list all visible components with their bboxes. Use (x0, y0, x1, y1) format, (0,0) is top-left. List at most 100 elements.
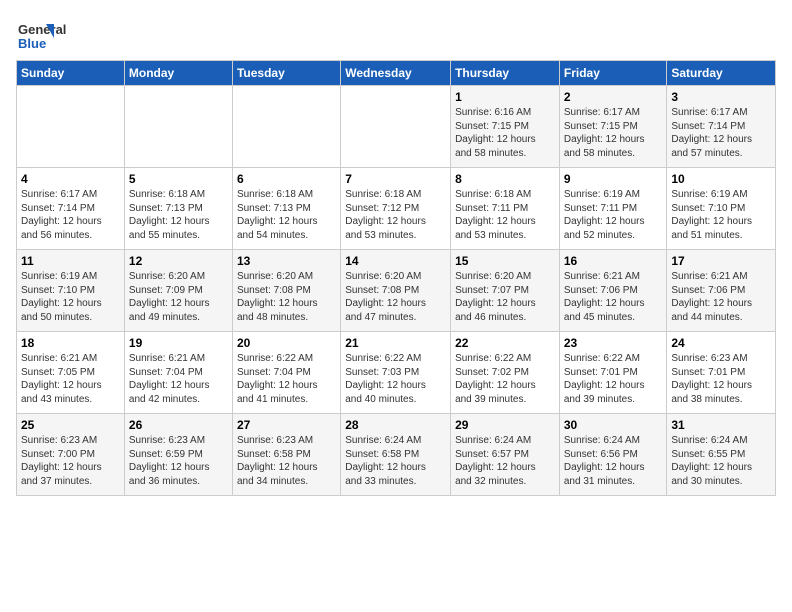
calendar-cell: 2 Sunrise: 6:17 AMSunset: 7:15 PMDaylight… (559, 86, 667, 168)
day-number: 14 (345, 254, 446, 268)
day-info: Sunrise: 6:24 AMSunset: 6:55 PMDaylight:… (671, 434, 771, 488)
day-number: 28 (345, 418, 446, 432)
calendar-cell: 15 Sunrise: 6:20 AMSunset: 7:07 PMDayligh… (451, 250, 560, 332)
calendar-cell: 22 Sunrise: 6:22 AMSunset: 7:02 PMDayligh… (451, 332, 560, 414)
calendar-week-row: 18 Sunrise: 6:21 AMSunset: 7:05 PMDayligh… (17, 332, 776, 414)
day-of-week-header: Wednesday (341, 61, 451, 86)
day-of-week-header: Monday (124, 61, 232, 86)
day-info: Sunrise: 6:23 AMSunset: 6:58 PMDaylight:… (237, 434, 336, 488)
day-number: 8 (455, 172, 555, 186)
day-info: Sunrise: 6:24 AMSunset: 6:57 PMDaylight:… (455, 434, 555, 488)
day-number: 1 (455, 90, 555, 104)
calendar-week-row: 4 Sunrise: 6:17 AMSunset: 7:14 PMDaylight… (17, 168, 776, 250)
day-of-week-header: Thursday (451, 61, 560, 86)
calendar-cell: 21Sunrise: 6:22 AMSunset: 7:03 PMDayligh… (341, 332, 451, 414)
day-number: 18 (21, 336, 120, 350)
day-info: Sunrise: 6:21 AMSunset: 7:06 PMDaylight:… (564, 270, 663, 324)
day-info: Sunrise: 6:21 AMSunset: 7:06 PMDaylight:… (671, 270, 771, 324)
calendar-cell: 13 Sunrise: 6:20 AMSunset: 7:08 PMDayligh… (232, 250, 340, 332)
day-info: Sunrise: 6:17 AMSunset: 7:15 PMDaylight:… (564, 106, 663, 160)
day-number: 30 (564, 418, 663, 432)
calendar-cell: 5Sunrise: 6:18 AMSunset: 7:13 PMDaylight… (124, 168, 232, 250)
day-info: Sunrise: 6:17 AMSunset: 7:14 PMDaylight:… (671, 106, 771, 160)
day-number: 20 (237, 336, 336, 350)
calendar-table: SundayMondayTuesdayWednesdayThursdayFrid… (16, 60, 776, 496)
day-info: Sunrise: 6:23 AMSunset: 6:59 PMDaylight:… (129, 434, 228, 488)
day-number: 2 (564, 90, 663, 104)
calendar-cell: 23 Sunrise: 6:22 AMSunset: 7:01 PMDayligh… (559, 332, 667, 414)
calendar-cell: 4 Sunrise: 6:17 AMSunset: 7:14 PMDaylight… (17, 168, 125, 250)
day-of-week-header: Saturday (667, 61, 776, 86)
day-number: 31 (671, 418, 771, 432)
calendar-week-row: 25Sunrise: 6:23 AMSunset: 7:00 PMDayligh… (17, 414, 776, 496)
day-number: 25 (21, 418, 120, 432)
day-info: Sunrise: 6:19 AMSunset: 7:10 PMDaylight:… (671, 188, 771, 242)
calendar-cell: 11Sunrise: 6:19 AMSunset: 7:10 PMDayligh… (17, 250, 125, 332)
day-info: Sunrise: 6:20 AMSunset: 7:07 PMDaylight:… (455, 270, 555, 324)
logo: General Blue (16, 16, 96, 52)
day-number: 7 (345, 172, 446, 186)
page-header: General Blue (16, 16, 776, 52)
calendar-cell (341, 86, 451, 168)
day-info: Sunrise: 6:16 AMSunset: 7:15 PMDaylight:… (455, 106, 555, 160)
calendar-cell (232, 86, 340, 168)
calendar-week-row: 11Sunrise: 6:19 AMSunset: 7:10 PMDayligh… (17, 250, 776, 332)
day-info: Sunrise: 6:23 AMSunset: 7:01 PMDaylight:… (671, 352, 771, 406)
calendar-cell (124, 86, 232, 168)
calendar-cell: 17 Sunrise: 6:21 AMSunset: 7:06 PMDayligh… (667, 250, 776, 332)
day-info: Sunrise: 6:20 AMSunset: 7:08 PMDaylight:… (237, 270, 336, 324)
day-number: 22 (455, 336, 555, 350)
day-number: 13 (237, 254, 336, 268)
day-number: 9 (564, 172, 663, 186)
day-info: Sunrise: 6:19 AMSunset: 7:10 PMDaylight:… (21, 270, 120, 324)
calendar-cell: 16Sunrise: 6:21 AMSunset: 7:06 PMDayligh… (559, 250, 667, 332)
header-row: SundayMondayTuesdayWednesdayThursdayFrid… (17, 61, 776, 86)
calendar-week-row: 1 Sunrise: 6:16 AMSunset: 7:15 PMDaylight… (17, 86, 776, 168)
calendar-cell: 26 Sunrise: 6:23 AMSunset: 6:59 PMDayligh… (124, 414, 232, 496)
calendar-cell: 19 Sunrise: 6:21 AMSunset: 7:04 PMDayligh… (124, 332, 232, 414)
calendar-cell: 9 Sunrise: 6:19 AMSunset: 7:11 PMDaylight… (559, 168, 667, 250)
day-info: Sunrise: 6:24 AMSunset: 6:56 PMDaylight:… (564, 434, 663, 488)
calendar-cell: 29Sunrise: 6:24 AMSunset: 6:57 PMDayligh… (451, 414, 560, 496)
day-number: 26 (129, 418, 228, 432)
day-number: 19 (129, 336, 228, 350)
day-number: 4 (21, 172, 120, 186)
calendar-cell: 28 Sunrise: 6:24 AMSunset: 6:58 PMDayligh… (341, 414, 451, 496)
calendar-cell: 6Sunrise: 6:18 AMSunset: 7:13 PMDaylight… (232, 168, 340, 250)
day-info: Sunrise: 6:18 AMSunset: 7:11 PMDaylight:… (455, 188, 555, 242)
calendar-cell: 14 Sunrise: 6:20 AMSunset: 7:08 PMDayligh… (341, 250, 451, 332)
day-info: Sunrise: 6:22 AMSunset: 7:02 PMDaylight:… (455, 352, 555, 406)
calendar-cell: 24Sunrise: 6:23 AMSunset: 7:01 PMDayligh… (667, 332, 776, 414)
calendar-cell: 20 Sunrise: 6:22 AMSunset: 7:04 PMDayligh… (232, 332, 340, 414)
calendar-cell: 12 Sunrise: 6:20 AMSunset: 7:09 PMDayligh… (124, 250, 232, 332)
calendar-cell: 10 Sunrise: 6:19 AMSunset: 7:10 PMDayligh… (667, 168, 776, 250)
day-info: Sunrise: 6:22 AMSunset: 7:04 PMDaylight:… (237, 352, 336, 406)
day-number: 3 (671, 90, 771, 104)
calendar-cell: 7Sunrise: 6:18 AMSunset: 7:12 PMDaylight… (341, 168, 451, 250)
calendar-cell (17, 86, 125, 168)
calendar-cell: 25Sunrise: 6:23 AMSunset: 7:00 PMDayligh… (17, 414, 125, 496)
calendar-cell: 8 Sunrise: 6:18 AMSunset: 7:11 PMDaylight… (451, 168, 560, 250)
day-number: 15 (455, 254, 555, 268)
calendar-cell: 30 Sunrise: 6:24 AMSunset: 6:56 PMDayligh… (559, 414, 667, 496)
day-info: Sunrise: 6:20 AMSunset: 7:08 PMDaylight:… (345, 270, 446, 324)
day-number: 23 (564, 336, 663, 350)
day-info: Sunrise: 6:21 AMSunset: 7:04 PMDaylight:… (129, 352, 228, 406)
day-info: Sunrise: 6:19 AMSunset: 7:11 PMDaylight:… (564, 188, 663, 242)
logo-icon: General Blue (16, 16, 96, 52)
day-info: Sunrise: 6:22 AMSunset: 7:01 PMDaylight:… (564, 352, 663, 406)
day-of-week-header: Tuesday (232, 61, 340, 86)
day-number: 12 (129, 254, 228, 268)
day-number: 10 (671, 172, 771, 186)
day-number: 17 (671, 254, 771, 268)
svg-text:Blue: Blue (18, 36, 46, 51)
day-number: 21 (345, 336, 446, 350)
day-info: Sunrise: 6:17 AMSunset: 7:14 PMDaylight:… (21, 188, 120, 242)
calendar-cell: 1 Sunrise: 6:16 AMSunset: 7:15 PMDaylight… (451, 86, 560, 168)
calendar-cell: 18 Sunrise: 6:21 AMSunset: 7:05 PMDayligh… (17, 332, 125, 414)
day-info: Sunrise: 6:24 AMSunset: 6:58 PMDaylight:… (345, 434, 446, 488)
day-of-week-header: Sunday (17, 61, 125, 86)
calendar-cell: 3 Sunrise: 6:17 AMSunset: 7:14 PMDaylight… (667, 86, 776, 168)
day-info: Sunrise: 6:20 AMSunset: 7:09 PMDaylight:… (129, 270, 228, 324)
day-info: Sunrise: 6:21 AMSunset: 7:05 PMDaylight:… (21, 352, 120, 406)
